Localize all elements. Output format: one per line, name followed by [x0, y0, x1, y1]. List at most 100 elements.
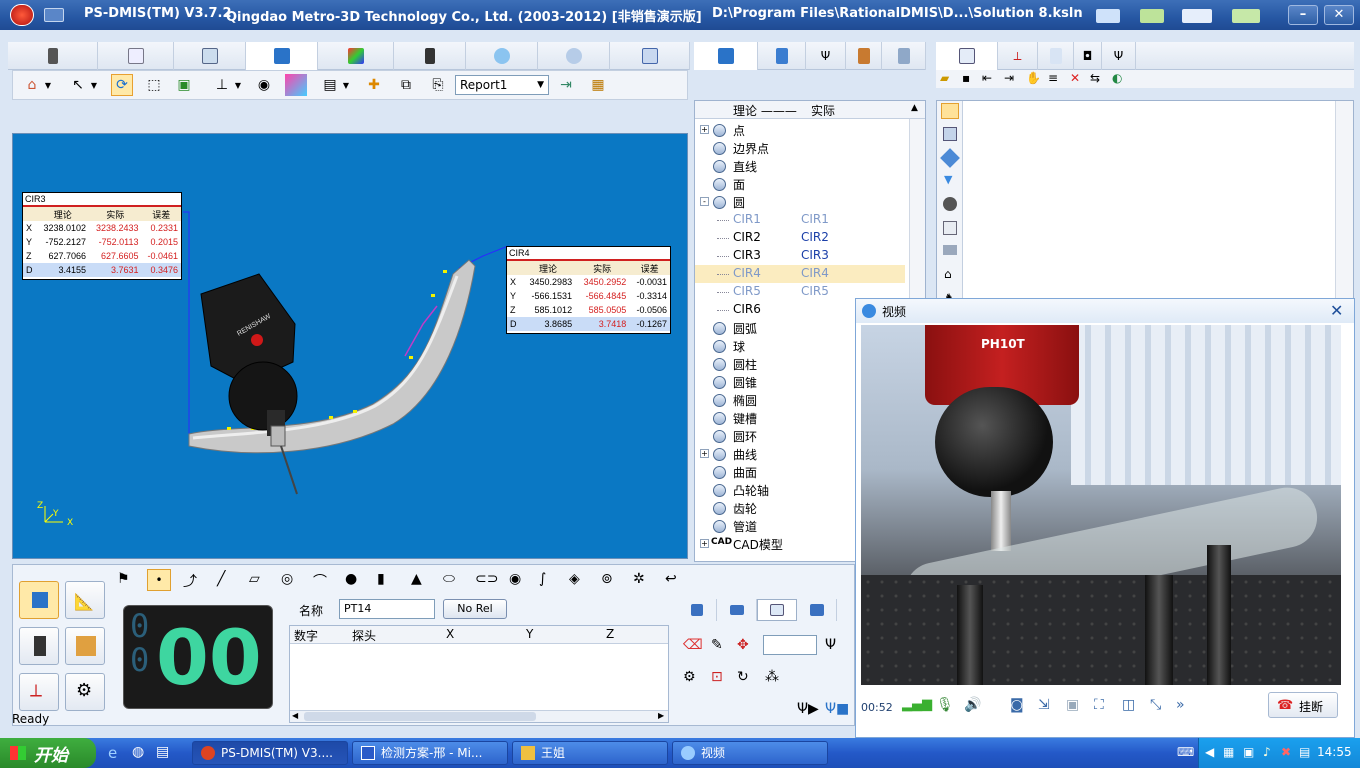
subtab-graph[interactable] [717, 599, 757, 621]
tab-probe-list[interactable]: Ψ [806, 42, 846, 70]
tree-item[interactable]: 边界点 [695, 139, 905, 157]
probe-auto-icon[interactable]: ⚑ [117, 571, 130, 587]
tab-program-list[interactable] [936, 42, 998, 70]
down-arrow-icon[interactable]: ▼ [944, 173, 952, 186]
keyboard-icon[interactable]: ⌨ [1177, 745, 1194, 759]
tab-feature-list[interactable] [758, 42, 806, 70]
cone-tool-icon[interactable]: ▲ [411, 571, 422, 587]
home-dropdown-icon[interactable]: ▼ [43, 74, 53, 96]
surface-tool-icon[interactable]: ◈ [569, 571, 580, 587]
tree-item[interactable]: CIR4 CIR4 [695, 265, 905, 283]
tab-cam2[interactable] [882, 42, 926, 70]
torus-tool-icon[interactable]: ◉ [509, 571, 521, 587]
tray-app-icon[interactable]: ▤ [1299, 745, 1310, 759]
video-feed[interactable]: PH10T [861, 325, 1341, 685]
fit-icon[interactable]: ▣ [173, 74, 195, 96]
list-insert-icon[interactable]: ≡ [1048, 71, 1058, 85]
subtab-cube[interactable] [797, 599, 837, 621]
tab-surface[interactable] [466, 42, 538, 70]
coordinate-button[interactable]: ⟂ [19, 673, 59, 711]
fullscreen-icon[interactable]: ⛶ [1094, 697, 1104, 713]
task-word[interactable]: 检测方案-邢 - Mi... [352, 741, 508, 765]
tab-camera[interactable]: ◘ [1074, 42, 1102, 70]
menu-icon[interactable] [44, 8, 64, 22]
display-icon[interactable] [1182, 9, 1212, 23]
screenshot-icon[interactable]: ◙ [1010, 697, 1024, 713]
layout-dropdown-icon[interactable]: ▼ [341, 74, 351, 96]
tab-machine[interactable] [394, 42, 466, 70]
tab-report[interactable] [1038, 42, 1074, 70]
gear-tool-icon[interactable]: ✲ [633, 571, 645, 587]
tray-network-icon[interactable]: ▦ [1223, 745, 1234, 759]
scan-icon[interactable]: ⁂ [765, 669, 779, 685]
minimize-button[interactable]: – [1288, 5, 1318, 25]
tab-gear[interactable] [846, 42, 882, 70]
expand-icon[interactable]: + [700, 449, 709, 458]
cylinder-tool-icon[interactable]: ▮ [377, 571, 385, 587]
more-button[interactable]: » [1176, 697, 1185, 713]
report-icon[interactable]: ⎘ [427, 74, 449, 96]
refresh-icon[interactable]: ↻ [737, 669, 749, 685]
tree-item[interactable]: -圆 [695, 193, 905, 211]
indent-icon[interactable]: ⇤ [982, 71, 992, 85]
curve-tool-icon[interactable]: ∫ [539, 571, 546, 587]
pipe-tool-icon[interactable]: ↩ [665, 571, 677, 587]
tree-item[interactable]: CIR3 CIR3 [695, 247, 905, 265]
network-icon[interactable] [1096, 9, 1120, 23]
select-dropdown-icon[interactable]: ▼ [89, 74, 99, 96]
tab-features[interactable] [694, 42, 758, 70]
norel-button[interactable]: No Rel [443, 599, 507, 619]
save-video-icon[interactable]: ⇲ [1038, 697, 1050, 713]
tab-table[interactable] [174, 42, 246, 70]
point-tool-icon[interactable]: • [147, 569, 171, 591]
tab-3d-view[interactable] [246, 42, 318, 70]
tab-probe-change[interactable]: Ψ [1102, 42, 1136, 70]
probe-dropdown-icon[interactable]: ▼ [233, 74, 243, 96]
joystick-icon[interactable] [943, 197, 957, 211]
hand-icon[interactable]: ✋ [1026, 71, 1041, 85]
tab-cam[interactable] [538, 42, 610, 70]
tray-security-icon[interactable]: ✖ [1281, 745, 1291, 759]
box-icon[interactable]: ▦ [587, 74, 609, 96]
box-button[interactable] [65, 627, 105, 665]
outdent-icon[interactable]: ⇥ [1004, 71, 1014, 85]
subtab-probe[interactable] [677, 599, 717, 621]
circle-tool-icon[interactable]: ◎ [281, 571, 293, 587]
expand-icon[interactable]: + [700, 125, 709, 134]
app-quick-icon[interactable]: ▤ [156, 744, 169, 760]
task-psdmis[interactable]: PS-DMIS(TM) V3.... [192, 741, 348, 765]
tree-item[interactable]: + 点 [695, 121, 905, 139]
probe-icon-small[interactable]: Ψ [825, 637, 836, 653]
tree-item[interactable]: 直线 [695, 157, 905, 175]
tab-probe[interactable] [8, 42, 98, 70]
ruler-button[interactable]: 📐 [65, 581, 105, 619]
ie-icon[interactable]: e [108, 744, 117, 762]
diamond-icon[interactable] [940, 148, 960, 168]
export-icon[interactable]: ⧉ [395, 74, 417, 96]
speaker-icon[interactable]: 🔊 [964, 697, 981, 713]
microphone-icon[interactable]: 🎙 [936, 697, 954, 713]
tray-display-icon[interactable]: ▣ [1243, 745, 1254, 759]
browser-icon[interactable]: ◍ [132, 744, 144, 760]
machine-button[interactable] [19, 627, 59, 665]
right-scrollbar[interactable] [1335, 101, 1353, 329]
value-input[interactable] [763, 635, 817, 655]
tools-button[interactable]: ⚙ [65, 673, 105, 711]
zoom-window-icon[interactable]: ⬚ [143, 74, 165, 96]
edge-point-tool-icon[interactable]: ⤴ [183, 571, 197, 591]
report-select[interactable]: Report1 ▼ [455, 75, 549, 95]
tab-program[interactable] [98, 42, 174, 70]
video-window[interactable]: 视频 ✕ PH10T 00:52 ▂▄▆ 🎙 🔊 ◙ ⇲ ▣ ⛶ ◫ ⤡ » ☎… [855, 298, 1355, 738]
open-folder-icon[interactable]: ▰ [940, 71, 949, 85]
hangup-button[interactable]: ☎ 挂断 [1268, 692, 1338, 718]
plane-icon[interactable] [943, 245, 957, 255]
window-icon[interactable]: ▣ [1066, 697, 1079, 713]
probe-cube-button[interactable] [19, 581, 59, 619]
rotate-icon[interactable]: ⟳ [111, 74, 133, 96]
delete-icon[interactable]: ✕ [1070, 71, 1080, 85]
ellipse-tool-icon[interactable]: ⬭ [443, 571, 455, 587]
target-icon[interactable]: ⊡ [711, 669, 723, 685]
add-feature-icon[interactable]: ✚ [363, 74, 385, 96]
task-video[interactable]: 视频 [672, 741, 828, 765]
render-color-icon[interactable] [285, 74, 307, 96]
